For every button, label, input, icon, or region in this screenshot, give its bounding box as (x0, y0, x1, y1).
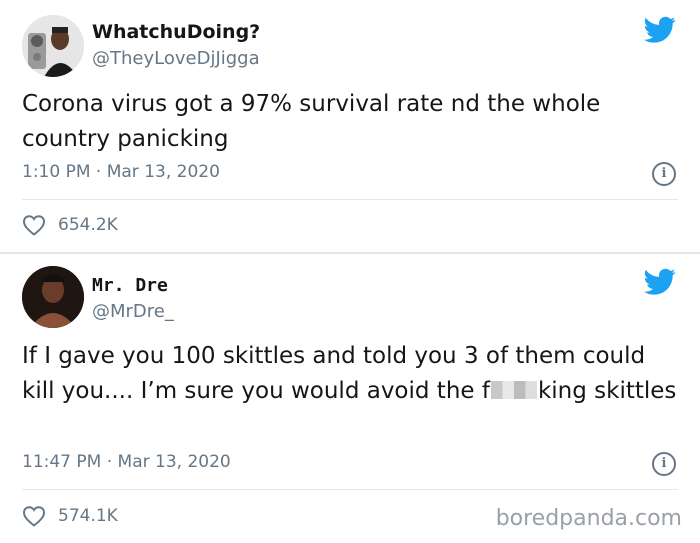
tweet-time: 11:47 PM (22, 452, 102, 472)
censor-blur (490, 381, 537, 399)
display-name[interactable]: Mr. Dre (92, 275, 168, 296)
like-button[interactable]: 654.2K (22, 212, 118, 238)
meta-separator: · (90, 162, 107, 182)
divider (22, 489, 678, 490)
tweet-time: 1:10 PM (22, 162, 91, 182)
like-button[interactable]: 574.1K (22, 503, 118, 529)
tweet-date: Mar 13, 2020 (106, 162, 220, 182)
display-name[interactable]: WhatchuDoing? (92, 21, 260, 43)
user-handle[interactable]: @TheyLoveDjJigga (92, 48, 260, 69)
avatar[interactable] (22, 266, 84, 328)
meta-separator: · (101, 452, 118, 472)
tweet-timestamp[interactable]: 11:47 PM · Mar 13, 2020 (22, 452, 231, 472)
tweet-date: Mar 13, 2020 (117, 452, 231, 472)
tweet-text: Corona virus got a 97% survival rate nd … (22, 91, 601, 152)
user-handle[interactable]: @MrDre_ (92, 301, 174, 322)
info-icon[interactable]: i (652, 162, 676, 186)
avatar-image (22, 266, 84, 328)
twitter-bird-icon[interactable] (644, 16, 676, 44)
info-icon[interactable]: i (652, 452, 676, 476)
tweet-timestamp[interactable]: 1:10 PM · Mar 13, 2020 (22, 162, 220, 182)
like-count: 574.1K (58, 506, 118, 526)
tweet-text: If I gave you 100 skittles and told you … (22, 339, 682, 409)
tweet-text-end: king skittles (537, 378, 677, 404)
like-count: 654.2K (58, 215, 118, 235)
heart-outline-icon (22, 215, 46, 236)
tweet-card: Mr. Dre @MrDre_ If I gave you 100 skittl… (0, 252, 700, 543)
watermark: boredpanda.com (495, 506, 682, 531)
divider (22, 199, 678, 200)
avatar-image (22, 15, 84, 77)
heart-outline-icon (22, 506, 46, 527)
twitter-bird-icon[interactable] (644, 268, 676, 296)
avatar[interactable] (22, 15, 84, 77)
tweet-card: WhatchuDoing? @TheyLoveDjJigga Corona vi… (0, 0, 700, 252)
